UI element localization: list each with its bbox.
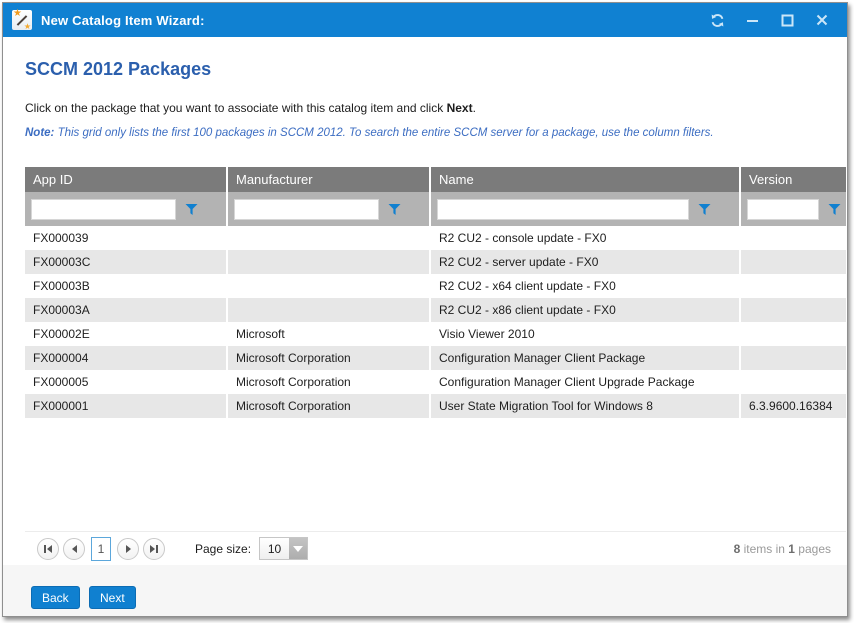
grid-filter-row <box>25 192 846 226</box>
cell-app-id: FX000039 <box>25 226 228 250</box>
cell-manufacturer <box>228 298 431 322</box>
cell-manufacturer <box>228 274 431 298</box>
name-filter-funnel-icon[interactable] <box>698 203 711 216</box>
cell-manufacturer: Microsoft <box>228 322 431 346</box>
cell-name: R2 CU2 - console update - FX0 <box>431 226 741 250</box>
next-page-button[interactable] <box>117 538 139 560</box>
cell-manufacturer: Microsoft Corporation <box>228 394 431 418</box>
footer-bar: Back Next <box>3 565 847 616</box>
grid-header-row: App ID Manufacturer Name Version <box>25 167 846 192</box>
table-row[interactable]: FX00003A R2 CU2 - x86 client update - FX… <box>25 298 846 322</box>
column-header-manufacturer[interactable]: Manufacturer <box>228 167 431 192</box>
cell-name: R2 CU2 - x86 client update - FX0 <box>431 298 741 322</box>
cell-app-id: FX00003B <box>25 274 228 298</box>
cell-version <box>741 250 846 274</box>
cell-app-id: FX000001 <box>25 394 228 418</box>
table-row[interactable]: FX000039 R2 CU2 - console update - FX0 <box>25 226 846 250</box>
window-title: New Catalog Item Wizard: <box>41 13 205 28</box>
cell-name: Configuration Manager Client Package <box>431 346 741 370</box>
packages-grid: App ID Manufacturer Name Version <box>25 167 846 565</box>
cell-version <box>741 226 846 250</box>
manufacturer-filter-input[interactable] <box>234 199 379 220</box>
table-row[interactable]: FX000004 Microsoft Corporation Configura… <box>25 346 846 370</box>
cell-name: User State Migration Tool for Windows 8 <box>431 394 741 418</box>
pager: 1 Page size: 10 8 items in 1 pages <box>25 531 846 565</box>
page-title: SCCM 2012 Packages <box>25 59 211 80</box>
cell-version <box>741 322 846 346</box>
wizard-app-icon: ★ ★ <box>12 10 32 30</box>
cell-version <box>741 274 846 298</box>
table-row[interactable]: FX000005 Microsoft Corporation Configura… <box>25 370 846 394</box>
note-text: Note: This grid only lists the first 100… <box>25 127 714 139</box>
column-header-name[interactable]: Name <box>431 167 741 192</box>
app-id-filter-input[interactable] <box>31 199 176 220</box>
cell-app-id: FX000004 <box>25 346 228 370</box>
back-button[interactable]: Back <box>31 586 80 609</box>
cell-name: R2 CU2 - x64 client update - FX0 <box>431 274 741 298</box>
cell-name: Configuration Manager Client Upgrade Pac… <box>431 370 741 394</box>
previous-page-button[interactable] <box>63 538 85 560</box>
close-button[interactable] <box>814 12 830 28</box>
maximize-button[interactable] <box>779 12 795 28</box>
cell-version <box>741 346 846 370</box>
page-size-label: Page size: <box>195 542 251 556</box>
manufacturer-filter-funnel-icon[interactable] <box>388 203 401 216</box>
table-row[interactable]: FX00003C R2 CU2 - server update - FX0 <box>25 250 846 274</box>
cell-name: Visio Viewer 2010 <box>431 322 741 346</box>
version-filter-input[interactable] <box>747 199 819 220</box>
table-row[interactable]: FX000001 Microsoft Corporation User Stat… <box>25 394 846 418</box>
table-row[interactable]: FX00003B R2 CU2 - x64 client update - FX… <box>25 274 846 298</box>
cell-app-id: FX00003A <box>25 298 228 322</box>
column-header-app-id[interactable]: App ID <box>25 167 228 192</box>
cell-app-id: FX000005 <box>25 370 228 394</box>
page-number-button[interactable]: 1 <box>91 537 111 561</box>
version-filter-funnel-icon[interactable] <box>828 203 841 216</box>
minimize-button[interactable] <box>744 12 760 28</box>
name-filter-input[interactable] <box>437 199 689 220</box>
cell-version: 6.3.9600.16384 <box>741 394 846 418</box>
page-size-value: 10 <box>260 538 289 559</box>
cell-app-id: FX00002E <box>25 322 228 346</box>
last-page-button[interactable] <box>143 538 165 560</box>
titlebar: ★ ★ New Catalog Item Wizard: <box>3 3 847 37</box>
refresh-icon[interactable] <box>709 12 725 28</box>
first-page-button[interactable] <box>37 538 59 560</box>
cell-app-id: FX00003C <box>25 250 228 274</box>
cell-manufacturer: Microsoft Corporation <box>228 346 431 370</box>
cell-manufacturer <box>228 250 431 274</box>
items-count-text: 8 items in 1 pages <box>734 542 836 556</box>
cell-manufacturer: Microsoft Corporation <box>228 370 431 394</box>
cell-version <box>741 298 846 322</box>
chevron-down-icon <box>293 546 303 552</box>
cell-name: R2 CU2 - server update - FX0 <box>431 250 741 274</box>
table-row[interactable]: FX00002E Microsoft Visio Viewer 2010 <box>25 322 846 346</box>
window-controls <box>709 12 847 28</box>
wizard-window: ★ ★ New Catalog Item Wizard: <box>2 2 848 617</box>
column-header-version[interactable]: Version <box>741 167 846 192</box>
app-id-filter-funnel-icon[interactable] <box>185 203 198 216</box>
cell-manufacturer <box>228 226 431 250</box>
page-size-dropdown-button[interactable] <box>289 538 307 559</box>
next-button[interactable]: Next <box>89 586 136 609</box>
cell-version <box>741 370 846 394</box>
page-size-select[interactable]: 10 <box>259 537 308 560</box>
instruction-text: Click on the package that you want to as… <box>25 101 476 115</box>
